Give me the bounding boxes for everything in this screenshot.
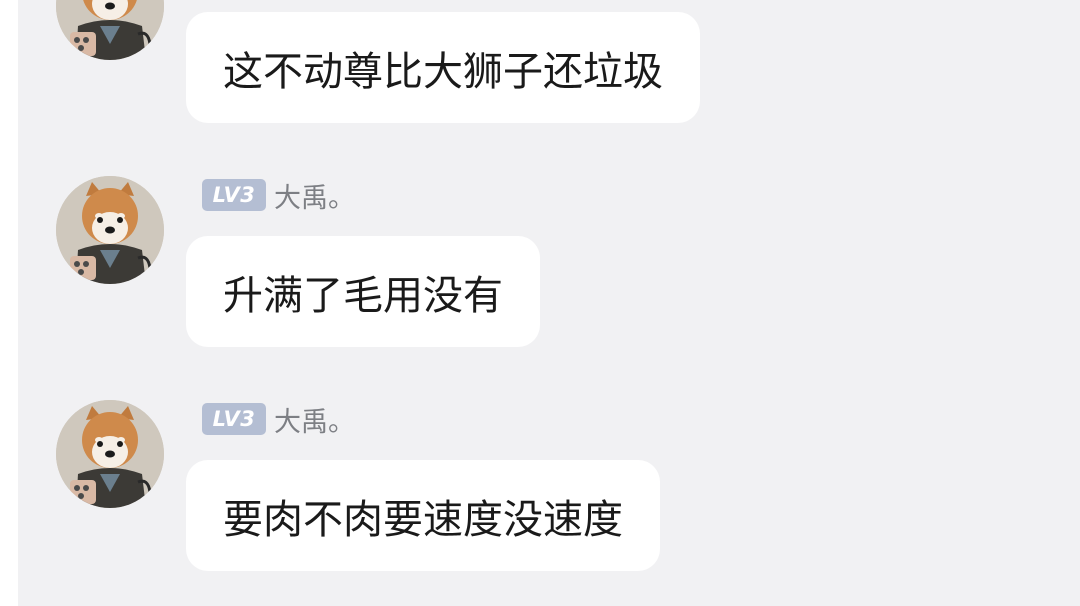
message-bubble[interactable]: 升满了毛用没有 xyxy=(186,236,540,347)
sender-info: LV3 大禹。 xyxy=(202,403,355,438)
sender-nickname[interactable]: 大禹。 xyxy=(274,400,355,439)
level-badge: LV3 xyxy=(202,179,266,211)
message-bubble[interactable]: 要肉不肉要速度没速度 xyxy=(186,460,660,571)
sender-info: LV3 大禹。 xyxy=(202,179,355,214)
chat-message-list[interactable]: 这不动尊比大狮子还垃圾 LV3 大禹。 升满了毛用没有 LV3 大禹。 要肉不肉… xyxy=(18,0,1080,606)
shiba-dog-avatar-icon[interactable] xyxy=(56,0,164,60)
shiba-dog-avatar-icon[interactable] xyxy=(56,176,164,284)
message-text: 要肉不肉要速度没速度 xyxy=(223,496,623,543)
message-text: 这不动尊比大狮子还垃圾 xyxy=(223,48,663,95)
sender-nickname[interactable]: 大禹。 xyxy=(274,176,355,215)
message-text: 升满了毛用没有 xyxy=(223,272,503,319)
level-badge: LV3 xyxy=(202,403,266,435)
message-bubble[interactable]: 这不动尊比大狮子还垃圾 xyxy=(186,12,700,123)
shiba-dog-avatar-icon[interactable] xyxy=(56,400,164,508)
